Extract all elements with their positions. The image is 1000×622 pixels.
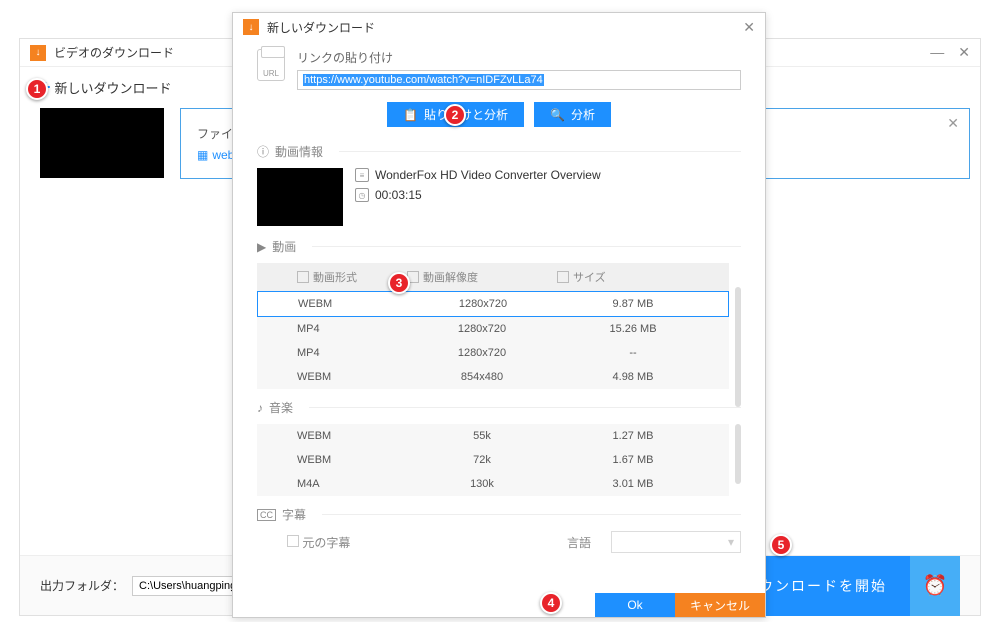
video-info-header: ⓘ動画情報 <box>257 143 741 160</box>
new-download-label: 新しいダウンロード <box>55 78 172 97</box>
music-icon: ♪ <box>257 401 263 415</box>
video-format-row[interactable]: MP41280x72015.26 MB <box>257 317 729 341</box>
cancel-button[interactable]: キャンセル <box>675 593 765 617</box>
video-table-header: 動画形式 動画解像度 サイズ <box>257 263 729 291</box>
ok-button[interactable]: Ok <box>595 593 675 617</box>
output-folder-label: 出力フォルダ： <box>40 577 124 594</box>
step-badge-3: 3 <box>388 272 410 294</box>
video-section-header: ▶動画 <box>257 238 741 255</box>
new-download-dialog: ↓ 新しいダウンロード ✕ URL リンクの貼り付け https://www.y… <box>232 12 766 618</box>
language-select[interactable]: ▾ <box>611 531 741 553</box>
video-icon: ▶ <box>257 240 266 254</box>
format-badge: ▦web <box>197 148 234 162</box>
title-icon: ≡ <box>355 168 369 182</box>
video-thumbnail <box>40 108 164 178</box>
info-icon: ⓘ <box>257 143 269 160</box>
url-input[interactable]: https://www.youtube.com/watch?v=nIDFZvLL… <box>297 70 741 90</box>
audio-format-row[interactable]: WEBM55k1.27 MB <box>257 424 729 448</box>
step-badge-1: 1 <box>26 78 48 100</box>
audio-format-row[interactable]: M4A130k3.01 MB <box>257 472 729 496</box>
video-duration: 00:03:15 <box>375 188 422 202</box>
original-subtitle-checkbox[interactable]: 元の字幕 <box>287 534 350 551</box>
schedule-button[interactable]: ⏰ <box>910 556 960 616</box>
step-badge-2: 2 <box>444 104 466 126</box>
dialog-title: 新しいダウンロード <box>267 19 375 36</box>
app-icon: ↓ <box>30 45 46 61</box>
analyze-button[interactable]: 🔍分析 <box>534 102 611 127</box>
video-format-row[interactable]: WEBM1280x7209.87 MB <box>257 291 729 317</box>
video-scrollbar[interactable] <box>735 287 741 407</box>
search-icon: 🔍 <box>550 108 565 122</box>
paste-link-label: リンクの貼り付け <box>297 49 741 66</box>
audio-format-row[interactable]: WEBM72k1.67 MB <box>257 448 729 472</box>
url-icon: URL <box>257 49 285 81</box>
minimize-button[interactable]: — <box>930 44 944 61</box>
step-badge-4: 4 <box>540 592 562 614</box>
duration-icon: ◷ <box>355 188 369 202</box>
video-title: WonderFox HD Video Converter Overview <box>375 168 601 182</box>
video-format-row[interactable]: WEBM854x4804.98 MB <box>257 365 729 389</box>
step-badge-5: 5 <box>770 534 792 556</box>
audio-scrollbar[interactable] <box>735 424 741 484</box>
cc-icon: CC <box>257 509 276 521</box>
dialog-close-button[interactable]: ✕ <box>743 19 755 36</box>
paste-icon: 📋 <box>403 108 418 122</box>
language-label: 言語 <box>567 534 591 551</box>
subtitle-section-header: CC字幕 <box>257 506 741 523</box>
video-format-row[interactable]: MP41280x720-- <box>257 341 729 365</box>
format-icon <box>297 271 309 283</box>
preview-thumbnail <box>257 168 343 226</box>
audio-section-header: ♪音楽 <box>257 399 741 416</box>
window-title: ビデオのダウンロード <box>54 44 174 61</box>
close-button[interactable]: ✕ <box>958 44 970 61</box>
size-icon <box>557 271 569 283</box>
remove-item-button[interactable]: ✕ <box>947 115 959 132</box>
dialog-app-icon: ↓ <box>243 19 259 35</box>
